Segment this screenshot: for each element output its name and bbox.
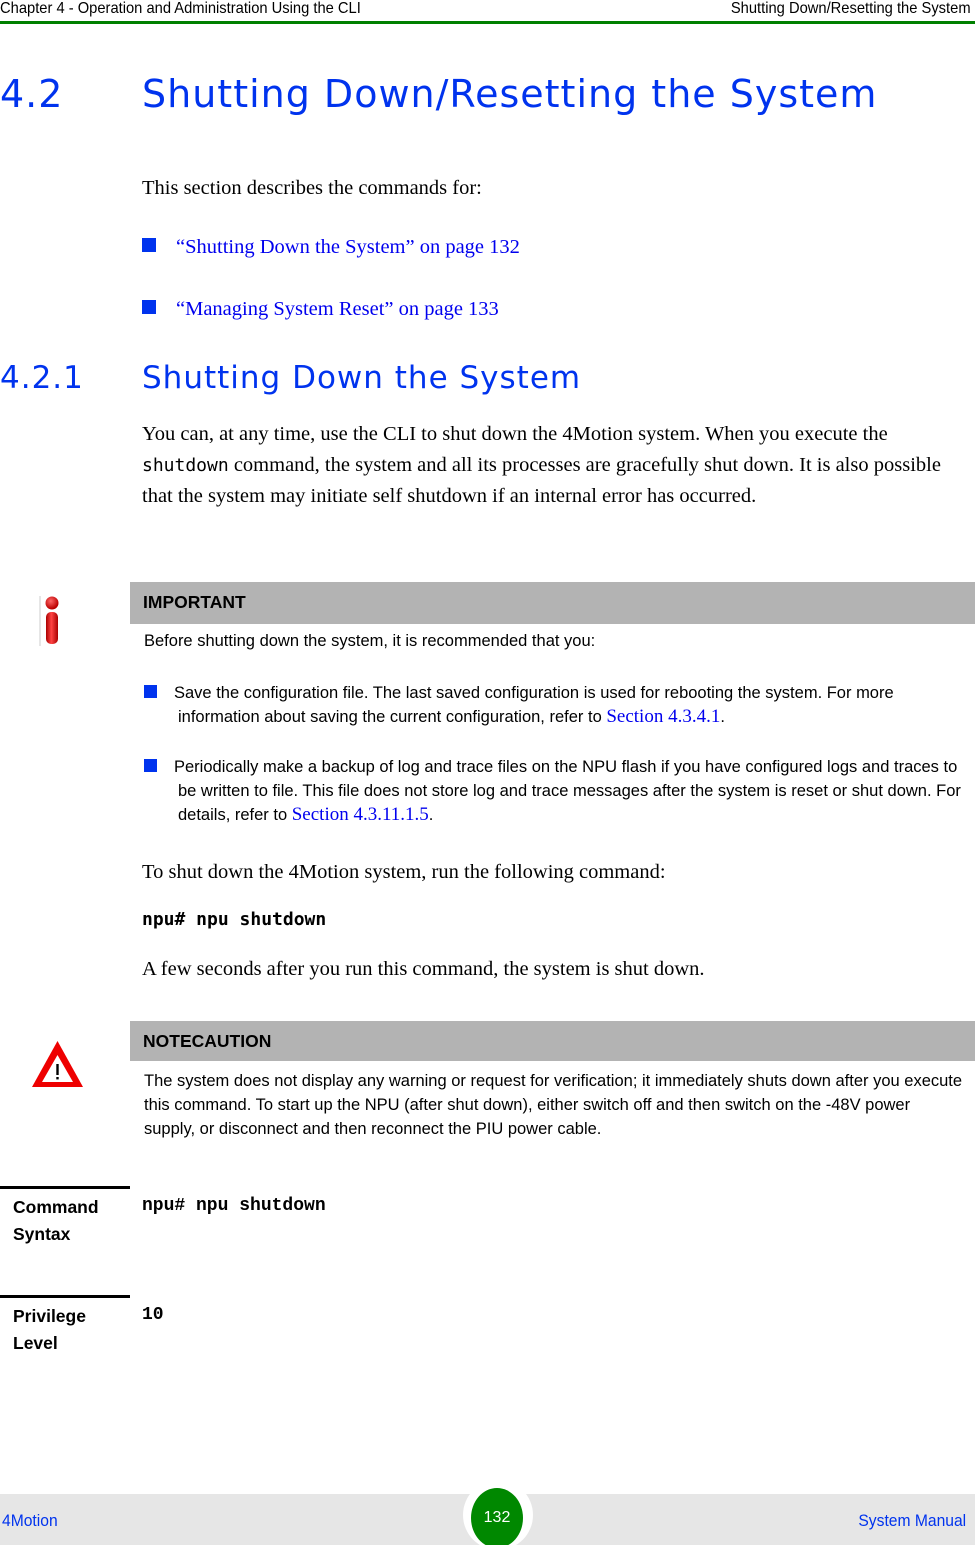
bullet-end: . — [720, 708, 725, 726]
xref-link-label: “Shutting Down the System” on page 132 — [176, 236, 520, 258]
section-heading: 4.2 Shutting Down/Resetting the System — [0, 72, 877, 116]
product-name: 4Motion — [2, 1511, 58, 1530]
xref-link-managing-reset[interactable]: “Managing System Reset” on page 133 — [142, 298, 499, 321]
inline-code: shutdown — [142, 455, 229, 476]
bullet-square-icon — [144, 759, 157, 772]
section-title: Shutting Down/Resetting the System — [142, 72, 878, 116]
caution-note: NOTECAUTION The system does not display … — [130, 1021, 975, 1141]
subsection-heading: 4.2.1 Shutting Down the System — [0, 360, 581, 396]
manual-name: System Manual — [858, 1511, 966, 1530]
shutdown-description: You can, at any time, use the CLI to shu… — [142, 419, 962, 512]
chapter-title: Chapter 4 - Operation and Administration… — [0, 0, 361, 17]
subsection-number: 4.2.1 — [0, 360, 84, 396]
command-syntax-value: npu# npu shutdown — [142, 1196, 326, 1216]
section-intro: This section describes the commands for: — [142, 177, 482, 199]
bullet-square-icon — [142, 238, 156, 252]
description-text: You can, at any time, use the CLI to shu… — [142, 423, 888, 445]
xref-section-4-3-11-1-5[interactable]: Section 4.3.11.1.5 — [292, 804, 429, 825]
page-header: Chapter 4 - Operation and Administration… — [0, 0, 975, 24]
important-heading: IMPORTANT — [130, 582, 975, 624]
important-note: IMPORTANT Before shutting down the syste… — [130, 582, 975, 827]
after-command-text: A few seconds after you run this command… — [142, 958, 705, 980]
caution-text: The system does not display any warning … — [144, 1072, 963, 1138]
bullet-text: Save the configuration file. The last sa… — [174, 684, 894, 726]
page-footer: 4Motion 132 System Manual — [0, 1480, 975, 1545]
important-bullet: Save the configuration file. The last sa… — [130, 681, 975, 729]
privilege-level-value: 10 — [142, 1305, 164, 1325]
section-running-title: Shutting Down/Resetting the System — [731, 0, 971, 17]
run-instruction: To shut down the 4Motion system, run the… — [142, 861, 666, 883]
bullet-square-icon — [144, 685, 157, 698]
row-rule — [0, 1186, 130, 1189]
caution-heading: NOTECAUTION — [130, 1021, 975, 1061]
row-rule — [0, 1295, 130, 1298]
bullet-square-icon — [142, 300, 156, 314]
subsection-title: Shutting Down the System — [142, 360, 582, 396]
xref-link-shutting-down[interactable]: “Shutting Down the System” on page 132 — [142, 236, 520, 259]
bullet-end: . — [428, 806, 434, 824]
privilege-level-label: Privilege Level — [13, 1306, 86, 1353]
important-intro: Before shutting down the system, it is r… — [144, 632, 596, 650]
page-number-badge: 132 — [471, 1488, 523, 1545]
xref-section-4-3-4-1[interactable]: Section 4.3.4.1 — [606, 706, 720, 727]
command-example: npu# npu shutdown — [142, 909, 327, 930]
description-text: command, the system and all its processe… — [142, 454, 941, 507]
info-icon — [39, 596, 59, 646]
command-syntax-label: Command Syntax — [13, 1197, 99, 1244]
warning-icon — [32, 1041, 83, 1087]
xref-link-label: “Managing System Reset” on page 133 — [176, 298, 499, 320]
header-rule — [0, 21, 975, 24]
important-bullet: Periodically make a backup of log and tr… — [130, 755, 975, 827]
section-number: 4.2 — [0, 72, 64, 116]
